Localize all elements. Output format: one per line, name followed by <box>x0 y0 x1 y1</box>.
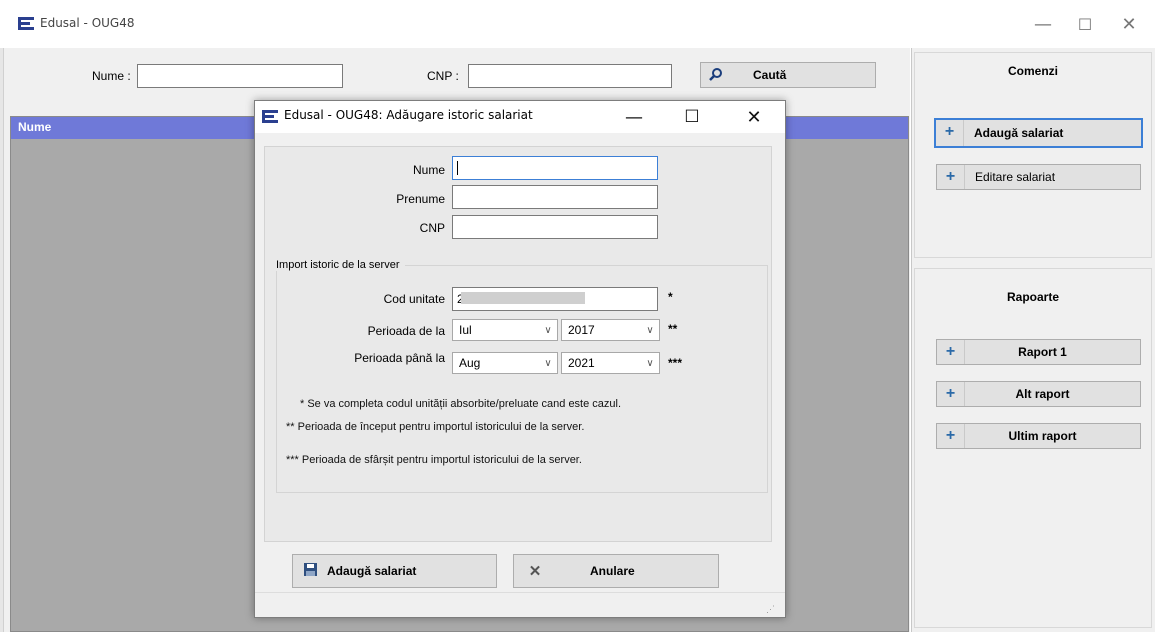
chevron-down-icon: ∨ <box>544 324 552 336</box>
cancel-label: Anulare <box>590 564 635 578</box>
plus-icon: + <box>937 165 965 189</box>
start-month-value: Iul <box>459 323 472 337</box>
main-title-bar <box>0 0 1155 48</box>
close-x-icon: ✕ <box>528 563 542 580</box>
other-report-label: Alt raport <box>1015 387 1070 401</box>
cod-unitate-label: Cod unitate <box>383 292 445 306</box>
search-button[interactable]: Caută <box>700 62 876 88</box>
prenume-input[interactable] <box>452 185 658 209</box>
cnp-search-input[interactable] <box>468 64 672 88</box>
dialog-close-button[interactable]: ✕ <box>734 103 774 131</box>
perioada-pana-la-label: Perioada până la <box>354 351 445 365</box>
dialog-status-strip <box>255 592 785 617</box>
floppy-disk-icon <box>293 563 327 579</box>
note-line: *** Perioada de sfârșit pentru importul … <box>286 454 582 466</box>
dialog-maximize-button[interactable]: ☐ <box>672 103 712 131</box>
last-report-label: Ultim raport <box>1008 429 1077 443</box>
perioada-de-la-marker: ** <box>668 322 678 336</box>
app-logo-icon <box>262 110 278 123</box>
start-month-select[interactable]: Iul ∨ <box>452 319 558 341</box>
dialog-minimize-button[interactable]: — <box>614 103 654 131</box>
resize-grip-icon[interactable]: ⋰ <box>766 604 775 615</box>
chevron-down-icon: ∨ <box>646 357 654 369</box>
commands-panel <box>914 52 1152 258</box>
edit-employee-button[interactable]: + Editare salariat <box>936 164 1141 190</box>
redacted-value <box>461 292 585 304</box>
note-line: ** Perioada de început pentru importul i… <box>286 421 585 433</box>
chevron-down-icon: ∨ <box>544 357 552 369</box>
add-employee-label: Adaugă salariat <box>974 126 1064 140</box>
plus-icon: + <box>937 424 965 448</box>
end-month-select[interactable]: Aug ∨ <box>452 352 558 374</box>
last-report-button[interactable]: + Ultim raport <box>936 423 1141 449</box>
cnp-search-label: CNP : <box>427 69 459 83</box>
maximize-button[interactable]: ☐ <box>1068 10 1102 38</box>
cod-unitate-marker: * <box>668 290 673 304</box>
end-year-select[interactable]: 2021 ∨ <box>561 352 660 374</box>
plus-icon: + <box>937 382 965 406</box>
nume-input[interactable] <box>452 156 658 180</box>
prenume-label: Prenume <box>396 192 445 206</box>
save-employee-button[interactable]: Adaugă salariat <box>292 554 497 588</box>
report-1-button[interactable]: + Raport 1 <box>936 339 1141 365</box>
import-history-group-title: Import istoric de la server <box>276 259 406 271</box>
perioada-de-la-label: Perioada de la <box>367 324 445 338</box>
add-employee-button[interactable]: + Adaugă salariat <box>934 118 1143 148</box>
edit-employee-label: Editare salariat <box>975 170 1056 184</box>
search-icon <box>709 67 729 84</box>
app-logo-icon <box>18 17 34 30</box>
plus-icon: + <box>937 340 965 364</box>
cancel-button[interactable]: ✕ Anulare <box>513 554 719 588</box>
nume-label: Nume <box>412 163 445 177</box>
search-button-label: Caută <box>753 68 787 82</box>
end-month-value: Aug <box>459 356 481 370</box>
commands-title: Comenzi <box>1007 64 1058 78</box>
perioada-pana-la-marker: *** <box>668 356 683 370</box>
app-title: Edusal - OUG48 <box>40 16 135 30</box>
start-year-value: 2017 <box>568 323 595 337</box>
end-year-value: 2021 <box>568 356 595 370</box>
cnp-input[interactable] <box>452 215 658 239</box>
chevron-down-icon: ∨ <box>646 324 654 336</box>
start-year-select[interactable]: 2017 ∨ <box>561 319 660 341</box>
dialog-title: Edusal - OUG48: Adăugare istoric salaria… <box>284 108 533 122</box>
note-line: * Se va completa codul unității absorbit… <box>300 398 622 410</box>
close-button[interactable]: ✕ <box>1112 10 1146 38</box>
other-report-button[interactable]: + Alt raport <box>936 381 1141 407</box>
text-cursor <box>457 161 458 175</box>
name-search-input[interactable] <box>137 64 343 88</box>
reports-title: Rapoarte <box>1006 290 1059 304</box>
grid-column-nume[interactable]: Nume <box>18 120 51 134</box>
minimize-button[interactable]: — <box>1026 10 1060 38</box>
plus-icon: + <box>936 120 964 146</box>
save-employee-label: Adaugă salariat <box>327 564 417 578</box>
report-1-label: Raport 1 <box>1018 345 1067 359</box>
name-search-label: Nume : <box>92 69 131 83</box>
cnp-label: CNP <box>419 221 445 235</box>
